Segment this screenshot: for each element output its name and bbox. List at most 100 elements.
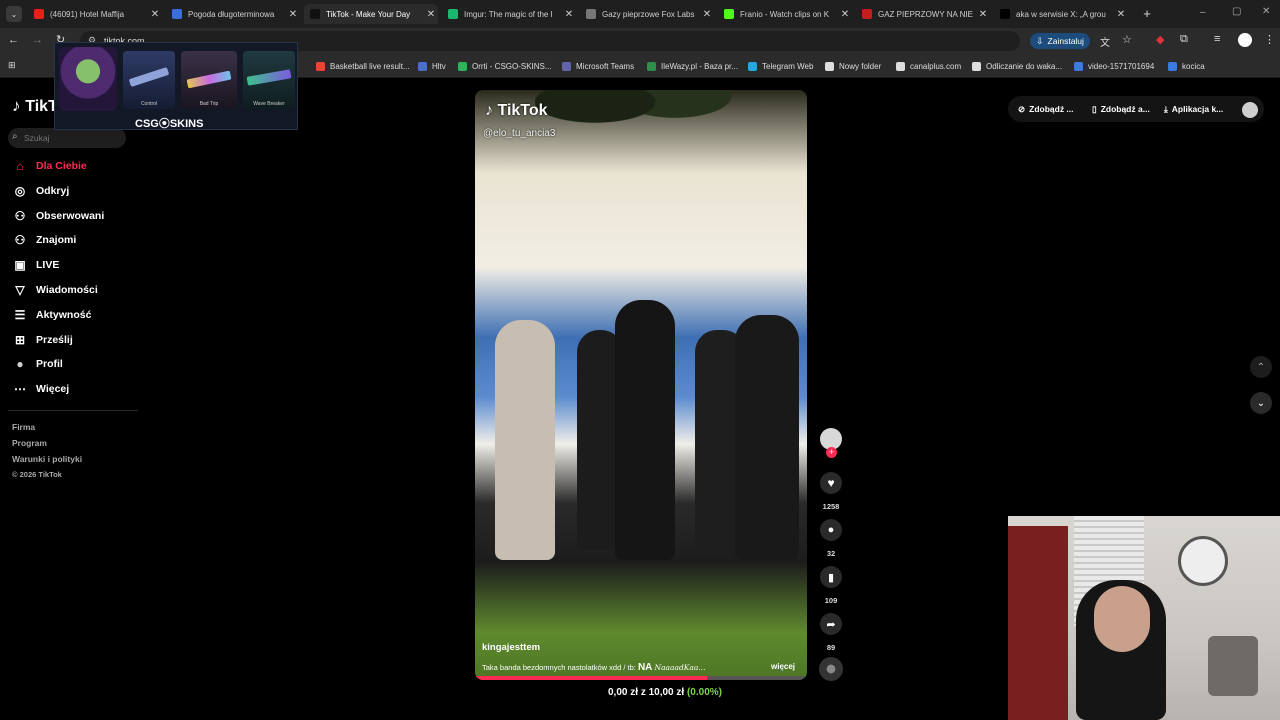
comment-button[interactable]: ● (820, 519, 842, 541)
tab-close-icon[interactable]: ✕ (1114, 9, 1128, 20)
get-coins-button[interactable]: ⊘ Zdobądź ... (1018, 100, 1074, 118)
sidebar-item-dla-ciebie[interactable]: ⌂ Dla Ciebie (12, 156, 87, 176)
sidebar-item-znajomi[interactable]: ⚇ Znajomi (12, 230, 77, 250)
browser-tab[interactable]: Franio - Watch clips on K ✕ (718, 4, 852, 24)
install-icon: ⇩ (1036, 35, 1044, 46)
profile-avatar[interactable] (1238, 33, 1252, 47)
extensions-icon[interactable]: ⧉ (1180, 33, 1188, 46)
watermark-text: TikTok (497, 102, 548, 119)
apps-grid-icon[interactable]: ⊞ (8, 60, 16, 71)
pill-label: Zdobądź a... (1100, 104, 1150, 114)
tab-close-icon[interactable]: ✕ (562, 9, 576, 20)
bookmark-item[interactable]: Odliczanie do waka... (972, 59, 1062, 73)
bookmark-favicon-icon (1074, 61, 1083, 71)
sidebar-item-więcej[interactable]: ⋯ Więcej (12, 379, 69, 399)
chevron-down-icon: ⌄ (10, 9, 18, 19)
tab-close-icon[interactable]: ✕ (700, 9, 714, 20)
tab-close-icon[interactable]: ✕ (838, 9, 852, 20)
skin-card-wave-breaker: Wave Breaker (243, 51, 295, 109)
like-count: 1258 (822, 502, 840, 511)
bookmark-item[interactable]: kocica (1168, 59, 1205, 73)
sidebar-item-wiadomości[interactable]: ▽ Wiadomości (12, 280, 97, 300)
bookmark-item[interactable]: video-1571701694 (1074, 59, 1154, 73)
bookmark-item[interactable]: IleWazy.pl - Baza pr... (647, 59, 738, 73)
bookmark-item[interactable]: Telegram Web (748, 59, 813, 73)
browser-tab[interactable]: Pogoda długoterminowa ✕ (166, 4, 300, 24)
sidebar-item-label: Odkryj (36, 184, 70, 197)
search-input[interactable] (24, 131, 120, 145)
next-video-button[interactable]: ⌄ (1250, 392, 1272, 414)
tab-close-icon[interactable]: ✕ (424, 9, 438, 20)
bookmark-item[interactable]: Nowy folder (825, 59, 881, 73)
sidebar-item-odkryj[interactable]: ◎ Odkryj (12, 181, 70, 201)
share-button[interactable]: ➦ (820, 613, 842, 635)
sidebar-item-label: Dla Ciebie (36, 160, 87, 172)
share-count: 89 (826, 643, 836, 652)
sidebar-item-label: Prześlij (36, 333, 73, 346)
bookmark-label: Orrti - CSGO-SKINS... (472, 61, 552, 71)
browser-tab[interactable]: aka w serwisie X: „A grou ✕ (994, 4, 1128, 24)
sidebar-item-prześlij[interactable]: ⊞ Prześlij (12, 330, 73, 350)
minimize-button[interactable]: – (1200, 7, 1206, 18)
media-control-icon[interactable]: ≡ (1214, 33, 1220, 45)
browser-tab[interactable]: Gazy pieprzowe Fox Labs ✕ (580, 4, 714, 24)
search-box[interactable]: ⌕ (8, 128, 126, 148)
install-app-button[interactable]: ⇩ Zainstaluj (1030, 33, 1090, 49)
bookmark-item[interactable]: Basketball live result... (316, 59, 410, 73)
footer-link[interactable]: Program (12, 438, 47, 448)
bookmark-item[interactable]: Hltv (418, 59, 446, 73)
desktop-app-button[interactable]: ⤓ Aplikacja k... (1164, 100, 1223, 118)
bookmark-favicon-icon (458, 61, 467, 71)
following-icon: ⚇ (14, 208, 26, 223)
browser-tab[interactable]: (46091) Hotel Maffija ✕ (28, 4, 162, 24)
back-button[interactable]: ← (8, 34, 19, 46)
sidebar-item-profil[interactable]: ● Profil (12, 354, 62, 374)
footer-link[interactable]: Warunki i polityki (12, 454, 82, 464)
caption-more-link[interactable]: więcej (771, 662, 795, 671)
user-avatar[interactable] (1242, 102, 1258, 118)
video-player[interactable]: ♪ TikTok @elo_tu_ancia3 kingajesttem Tak… (475, 90, 807, 680)
tab-title: aka w serwisie X: „A grou (1016, 9, 1106, 19)
sidebar-item-aktywność[interactable]: ☰ Aktywność (12, 305, 92, 325)
sidebar-divider (8, 410, 138, 411)
mascot-image (59, 47, 117, 111)
previous-video-button[interactable]: ⌃ (1250, 356, 1272, 378)
close-window-button[interactable]: ✕ (1262, 6, 1270, 17)
save-button[interactable]: ▮ (820, 566, 842, 588)
sidebar-item-obserwowani[interactable]: ⚇ Obserwowani (12, 206, 105, 226)
follow-plus-icon[interactable]: + (826, 447, 837, 458)
new-tab-button[interactable]: + (1140, 6, 1154, 22)
tab-search-button[interactable]: ⌄ (6, 6, 22, 22)
browser-tab[interactable]: Imgur: The magic of the I ✕ (442, 4, 576, 24)
tab-title: GAZ PIEPRZOWY NA NIE (878, 9, 973, 19)
extension-red-icon[interactable]: ◆ (1156, 33, 1164, 46)
sidebar-item-live[interactable]: ▣ LIVE (12, 255, 59, 275)
skin-card-control: Control (123, 51, 175, 109)
footer-link[interactable]: Firma (12, 422, 35, 432)
like-button[interactable]: ♥ (820, 472, 842, 494)
tab-close-icon[interactable]: ✕ (286, 9, 300, 20)
get-app-button[interactable]: ▯ Zdobądź a... (1092, 100, 1150, 118)
browser-tab[interactable]: GAZ PIEPRZOWY NA NIE ✕ (856, 4, 990, 24)
sidebar-item-label: Więcej (36, 383, 70, 396)
music-disc-icon[interactable] (819, 657, 843, 681)
donation-goal-amount: 10,00 zł (648, 687, 685, 698)
bookmark-label: Nowy folder (839, 61, 882, 71)
tab-title: (46091) Hotel Maffija (50, 9, 125, 19)
skin-label: Control (140, 101, 158, 107)
tab-close-icon[interactable]: ✕ (148, 9, 162, 20)
maximize-button[interactable]: ▢ (1232, 6, 1241, 17)
forward-button[interactable]: → (32, 34, 43, 46)
menu-icon[interactable]: ⋮ (1264, 33, 1275, 46)
browser-tab[interactable]: TikTok - Make Your Day ✕ (304, 4, 438, 24)
bookmark-item[interactable]: Orrti - CSGO-SKINS... (458, 59, 552, 73)
bookmark-star-icon[interactable]: ☆ (1122, 33, 1132, 46)
translate-icon[interactable]: 文 (1100, 34, 1110, 49)
bookmark-item[interactable]: Microsoft Teams (562, 59, 634, 73)
pill-label: Zdobądź ... (1029, 104, 1074, 114)
skin-label: Wave Breaker (253, 101, 285, 107)
bookmark-item[interactable]: canalplus.com (896, 59, 961, 73)
video-author[interactable]: kingajesttem (482, 642, 540, 653)
tab-close-icon[interactable]: ✕ (976, 9, 990, 20)
video-progress-bar[interactable] (475, 676, 807, 680)
